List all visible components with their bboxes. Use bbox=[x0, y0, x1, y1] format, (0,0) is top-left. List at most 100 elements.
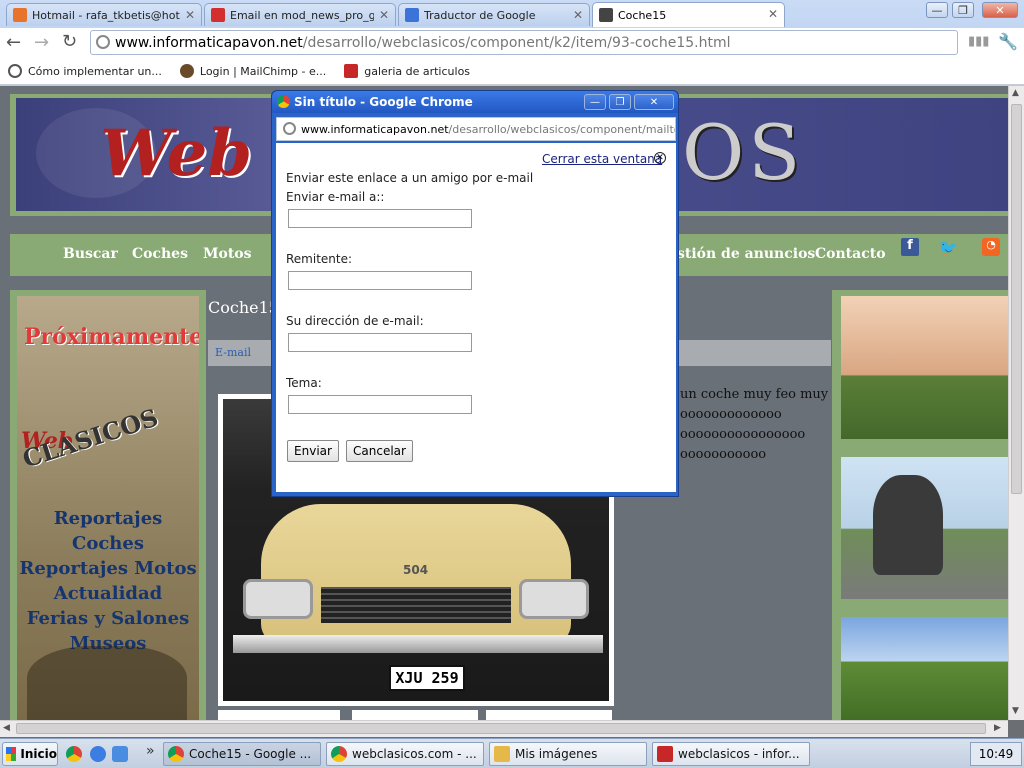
nav-motos[interactable]: Motos bbox=[203, 246, 252, 262]
banner-links: Reportajes Coches Reportajes Motos Actua… bbox=[17, 506, 199, 656]
back-icon[interactable]: ← bbox=[6, 32, 21, 53]
banner-link-motos[interactable]: Reportajes Motos bbox=[17, 556, 199, 581]
task-label: webclasicos.com - ... bbox=[352, 747, 477, 761]
close-icon: ✕ bbox=[995, 3, 1005, 17]
sidebar-photo-palms[interactable] bbox=[841, 296, 1008, 439]
folder-icon bbox=[494, 746, 510, 762]
globe-icon bbox=[8, 64, 22, 78]
scroll-thumb[interactable] bbox=[1011, 104, 1022, 494]
tab-label: Email en mod_news_pro_gk4 - bbox=[230, 8, 374, 22]
bookmark-item[interactable]: Cómo implementar un... bbox=[8, 64, 162, 78]
chevron-icon[interactable]: » bbox=[146, 743, 155, 759]
chrome-icon bbox=[277, 95, 290, 108]
signal-icon[interactable]: ▮▮▮ bbox=[968, 34, 989, 49]
minimize-button[interactable]: — bbox=[926, 2, 948, 18]
grille bbox=[321, 587, 511, 623]
reload-icon[interactable]: ↻ bbox=[62, 31, 77, 52]
restore-icon: ❐ bbox=[958, 3, 968, 17]
email-icon bbox=[211, 8, 225, 22]
wrench-icon[interactable]: 🔧 bbox=[998, 32, 1018, 51]
close-window-link[interactable]: Cerrar esta ventana bbox=[542, 152, 662, 166]
desktop-quicklaunch-icon[interactable] bbox=[112, 746, 128, 762]
facebook-icon[interactable]: f bbox=[901, 238, 919, 256]
minimize-icon: — bbox=[931, 3, 943, 17]
license-plate: XJU 259 bbox=[389, 665, 465, 691]
ie-quicklaunch-icon[interactable] bbox=[90, 746, 106, 762]
gallery-icon bbox=[344, 64, 359, 78]
banner-link-ferias[interactable]: Ferias y Salones bbox=[17, 606, 199, 631]
taskbar-item[interactable]: Coche15 - Google ... bbox=[163, 742, 321, 766]
site-logo-os: OS bbox=[682, 108, 805, 197]
forward-icon[interactable]: → bbox=[34, 32, 49, 53]
subject-input[interactable] bbox=[288, 395, 472, 414]
tab-translator[interactable]: Traductor de Google ✕ bbox=[398, 3, 590, 26]
scroll-thumb[interactable] bbox=[16, 723, 986, 734]
thumbnail[interactable] bbox=[486, 710, 612, 720]
rss-icon[interactable]: ◔ bbox=[982, 238, 1000, 256]
send-button[interactable]: Enviar bbox=[287, 440, 339, 462]
start-button[interactable]: Inicio bbox=[2, 742, 58, 766]
scroll-right-icon[interactable]: ▶ bbox=[994, 723, 1001, 733]
nav-buscar[interactable]: Buscar bbox=[63, 246, 118, 262]
article-line: ooooooooooooo bbox=[680, 407, 782, 422]
taskbar-item[interactable]: Mis imágenes bbox=[489, 742, 647, 766]
close-icon[interactable]: ✕ bbox=[379, 8, 389, 22]
nav-coches[interactable]: Coches bbox=[132, 246, 188, 262]
tab-hotmail[interactable]: Hotmail - rafa_tkbetis@hotmai ✕ bbox=[6, 3, 202, 26]
popup-minimize-button[interactable]: — bbox=[584, 94, 606, 110]
car-badge: 504 bbox=[403, 563, 429, 577]
system-clock[interactable]: 10:49 bbox=[970, 742, 1022, 766]
close-icon[interactable]: ✕ bbox=[573, 8, 583, 22]
sidebar-photo-biker[interactable] bbox=[841, 457, 1008, 599]
banner-link-coches[interactable]: Reportajes Coches bbox=[17, 506, 199, 556]
close-circle-icon[interactable]: ✕ bbox=[654, 152, 666, 164]
bookmark-item[interactable]: galeria de articulos bbox=[344, 64, 470, 78]
address-bar[interactable]: www.informaticapavon.net/desarrollo/webc… bbox=[90, 30, 958, 55]
horizontal-scrollbar[interactable]: ◀ ▶ bbox=[0, 720, 1008, 737]
cancel-button[interactable]: Cancelar bbox=[346, 440, 413, 462]
vertical-scrollbar[interactable]: ▲ ▼ bbox=[1008, 86, 1024, 720]
popup-close-button[interactable]: ✕ bbox=[634, 94, 674, 110]
field-label-sender: Remitente: bbox=[286, 252, 353, 266]
popup-url-domain: www.informaticapavon.net bbox=[301, 122, 449, 136]
close-icon[interactable]: ✕ bbox=[185, 8, 195, 22]
bookmark-item[interactable]: Login | MailChimp - e... bbox=[179, 64, 327, 78]
hotmail-icon bbox=[13, 8, 27, 22]
chrome-icon bbox=[331, 746, 347, 762]
bookmarks-bar: Cómo implementar un... Login | MailChimp… bbox=[0, 58, 1024, 85]
restore-button[interactable]: ❐ bbox=[952, 2, 974, 18]
field-label-your-email: Su dirección de e-mail: bbox=[286, 314, 424, 328]
popup-restore-button[interactable]: ❐ bbox=[609, 94, 631, 110]
task-label: Coche15 - Google ... bbox=[189, 747, 312, 761]
sender-input[interactable] bbox=[288, 271, 472, 290]
thumbnail[interactable] bbox=[352, 710, 478, 720]
scroll-down-icon[interactable]: ▼ bbox=[1012, 706, 1019, 716]
email-link[interactable]: E-mail bbox=[215, 346, 251, 359]
thumbnail[interactable] bbox=[218, 710, 340, 720]
clock-label: 10:49 bbox=[978, 747, 1014, 761]
banner-link-actualidad[interactable]: Actualidad bbox=[17, 581, 199, 606]
sidebar-photo-field[interactable] bbox=[841, 617, 1008, 720]
headlight bbox=[519, 579, 589, 619]
nav-gestion-anuncios[interactable]: stión de anuncios bbox=[677, 246, 815, 262]
popup-url-path: /desarrollo/webclasicos/component/mailto… bbox=[448, 122, 675, 136]
scroll-up-icon[interactable]: ▲ bbox=[1012, 88, 1019, 98]
bookmark-label: Login | MailChimp - e... bbox=[199, 64, 327, 78]
field-label-subject: Tema: bbox=[286, 376, 322, 390]
tab-email[interactable]: Email en mod_news_pro_gk4 - ✕ bbox=[204, 3, 396, 26]
nav-contacto[interactable]: Contacto bbox=[815, 246, 886, 262]
tab-coche15[interactable]: Coche15 ✕ bbox=[592, 2, 785, 27]
chrome-quicklaunch-icon[interactable] bbox=[66, 746, 82, 762]
taskbar-item[interactable]: webclasicos.com - ... bbox=[326, 742, 484, 766]
your-email-input[interactable] bbox=[288, 333, 472, 352]
popup-address-bar[interactable]: www.informaticapavon.net/desarrollo/webc… bbox=[276, 117, 676, 141]
taskbar-item[interactable]: webclasicos - infor... bbox=[652, 742, 810, 766]
article-line: un coche muy feo muy bbox=[680, 387, 829, 402]
email-to-input[interactable] bbox=[288, 209, 472, 228]
close-window-button[interactable]: ✕ bbox=[982, 2, 1018, 18]
task-label: webclasicos - infor... bbox=[678, 747, 800, 761]
scroll-left-icon[interactable]: ◀ bbox=[3, 723, 10, 733]
close-icon[interactable]: ✕ bbox=[768, 7, 778, 21]
twitter-icon[interactable]: 🐦 bbox=[938, 238, 960, 257]
bookmark-label: Cómo implementar un... bbox=[28, 64, 162, 78]
